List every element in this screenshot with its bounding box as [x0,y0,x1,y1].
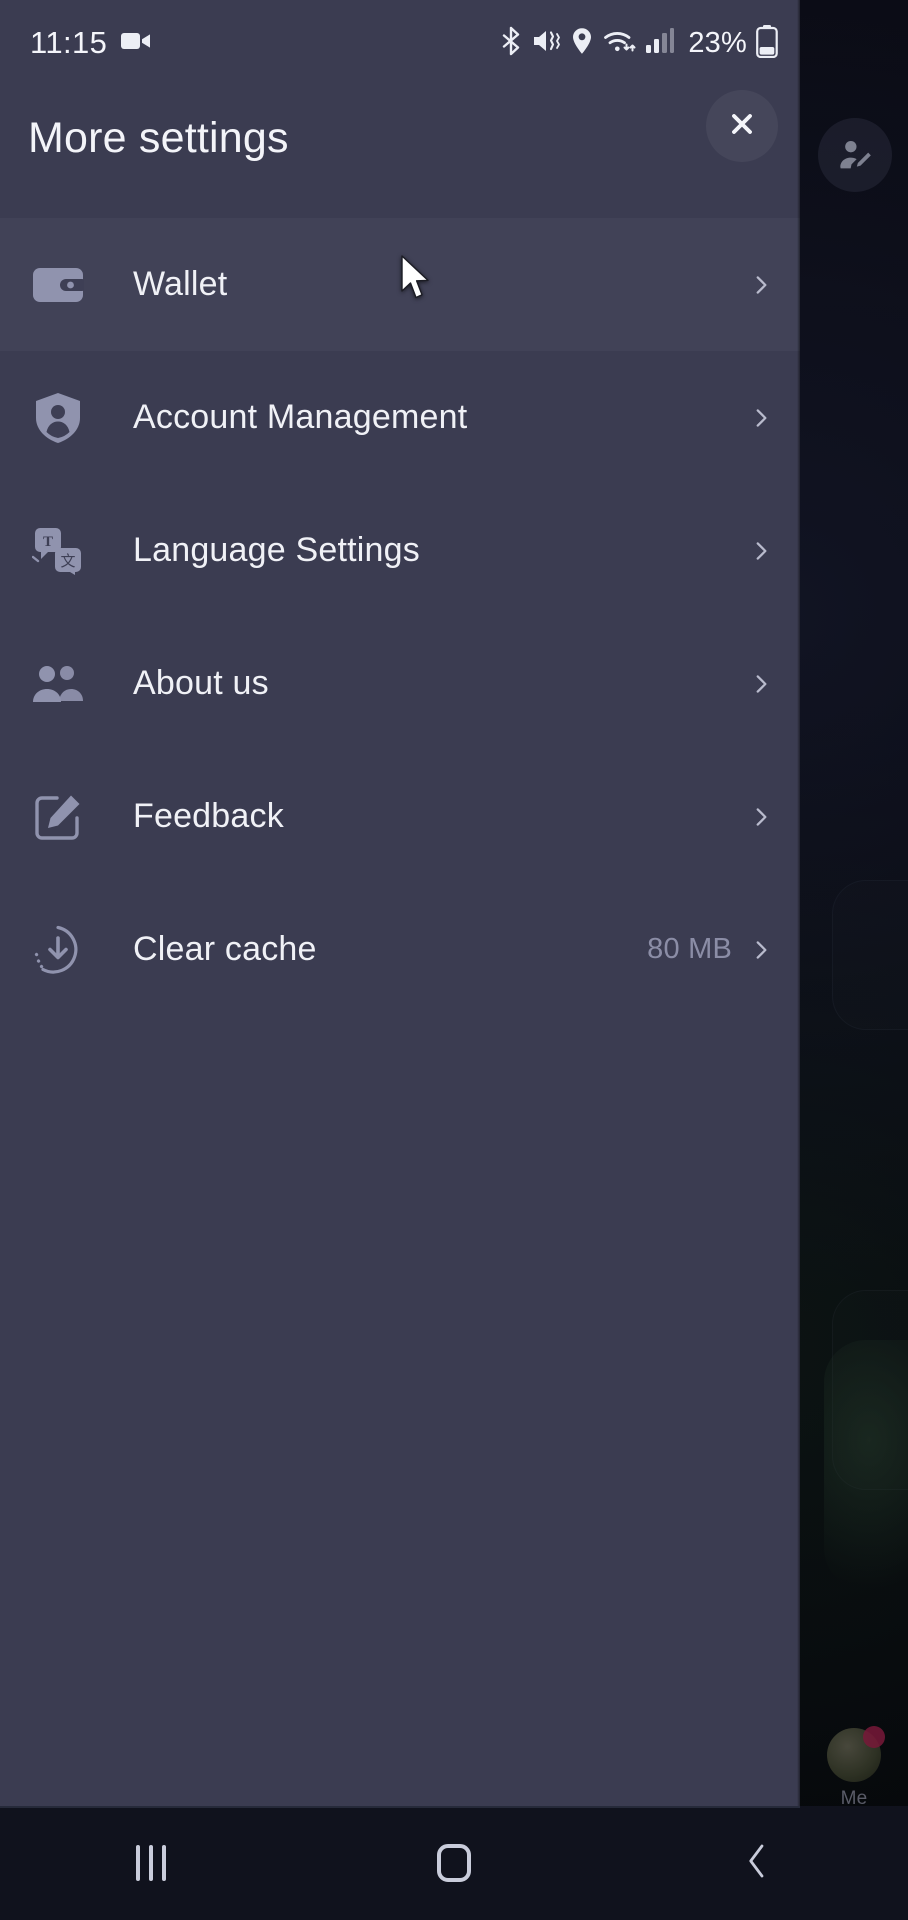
settings-row-right [732,671,774,697]
location-pin-icon [571,27,593,60]
close-button[interactable] [706,90,778,162]
background-glow [824,1340,908,1590]
wifi-icon [602,27,636,60]
settings-row-label: Wallet [133,265,228,303]
settings-row-wallet[interactable]: Wallet [0,218,800,351]
status-time: 11:15 [30,25,108,60]
chevron-right-icon [748,804,774,830]
settings-row-feedback[interactable]: Feedback [0,750,800,883]
android-nav-bar [0,1806,908,1920]
nav-back-button[interactable] [605,1806,908,1920]
shield-person-icon [30,390,86,446]
settings-row-value: 80 MB [647,933,732,965]
more-settings-sheet: 11:15 23% More settings Wallet Account M… [0,0,800,1806]
page-title: More settings [28,113,289,162]
chevron-right-icon [748,671,774,697]
phone-screen: s Me 11:15 [0,0,908,1920]
recents-icon [136,1845,167,1881]
battery-icon [756,24,778,63]
nav-recents-button[interactable] [0,1806,303,1920]
settings-row-label: Feedback [133,797,284,835]
cache-download-icon [30,922,86,978]
nav-home-button[interactable] [303,1806,606,1920]
sheet-header: More settings [0,86,800,190]
settings-row-right [732,804,774,830]
settings-row-right: 80 MB [647,933,774,966]
person-edit-icon[interactable] [818,118,892,192]
cellular-signal-icon [645,27,675,60]
settings-row-right [732,538,774,564]
status-bar-right: 23% [499,24,778,63]
svg-text:T: T [43,534,53,550]
settings-row-label: Language Settings [133,531,420,569]
status-bar-left: 11:15 [30,25,151,61]
status-bar: 11:15 23% [0,0,800,86]
battery-percent-label: 23% [688,26,747,59]
people-group-icon [30,656,86,712]
settings-row-label: Account Management [133,398,468,436]
notification-badge [863,1726,885,1748]
settings-row-right [732,272,774,298]
background-me-tab[interactable]: Me [800,1690,908,1810]
mute-vibrate-icon [532,27,562,60]
svg-text:文: 文 [60,552,75,570]
settings-row-right [732,405,774,431]
translate-icon: T 文 [30,523,86,579]
video-camera-icon [121,30,151,57]
settings-list: Wallet Account Management T 文 Language S… [0,218,800,1016]
avatar [827,1726,885,1782]
settings-row-clear-cache[interactable]: Clear cache 80 MB [0,883,800,1016]
background-ghost-card [832,880,908,1030]
chevron-right-icon [748,937,774,963]
wallet-icon [30,257,86,313]
settings-row-account-management[interactable]: Account Management [0,351,800,484]
settings-row-about-us[interactable]: About us [0,617,800,750]
chevron-right-icon [748,538,774,564]
chevron-right-icon [748,272,774,298]
settings-row-label: Clear cache [133,930,317,968]
bluetooth-icon [499,26,523,61]
settings-row-language-settings[interactable]: T 文 Language Settings [0,484,800,617]
edit-pencil-square-icon [30,789,86,845]
close-icon [726,108,758,145]
chevron-left-icon [742,1842,772,1885]
settings-row-label: About us [133,664,269,702]
home-icon [437,1844,471,1882]
chevron-right-icon [748,405,774,431]
